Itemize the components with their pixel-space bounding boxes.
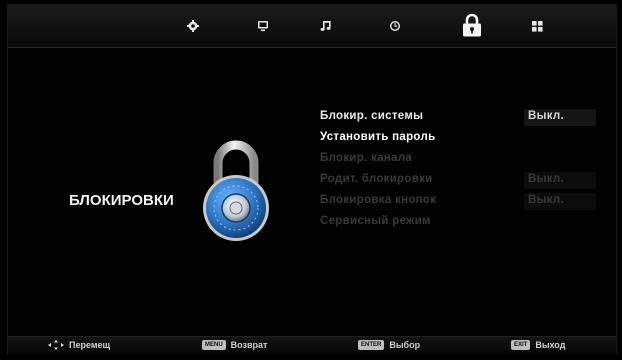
hint-label: Перемещ (69, 340, 111, 350)
menu-key-badge: MENU (202, 340, 226, 350)
gear-icon (187, 20, 199, 32)
grid-icon (531, 20, 543, 32)
hint-menu: MENU Возврат (202, 340, 267, 350)
hint-enter: ENTER Выбор (358, 340, 420, 350)
menu-item-key-lock[interactable]: Блокировка кнопок Выкл. (312, 192, 602, 213)
music-note-icon (320, 21, 331, 31)
menu-item-value: Выкл. (528, 173, 565, 185)
bottom-hint-bar: Перемещ MENU Возврат ENTER Выбор EXIT Вы… (8, 336, 616, 355)
menu-item-service-mode[interactable]: Сервисный режим (312, 213, 602, 234)
arrows-move-icon (48, 340, 64, 350)
menu-item-value: Выкл. (528, 110, 565, 122)
menu-item-label: Установить пароль (320, 131, 436, 143)
menu-item-label: Блокир. системы (320, 110, 424, 122)
tab-picture[interactable] (182, 15, 204, 37)
tv-osd-screen: БЛОКИРОВКИ Блокир. системы Выкл. Установ… (7, 4, 617, 355)
menu-item-label: Родит. блокировки (320, 173, 433, 185)
section-title: БЛОКИРОВКИ (69, 192, 174, 209)
padlock-icon (463, 13, 481, 37)
combination-lock-icon (196, 133, 276, 253)
hint-move: Перемещ (48, 340, 110, 350)
menu-item-parental-lock[interactable]: Родит. блокировки Выкл. (312, 171, 602, 192)
tab-channel[interactable] (252, 15, 274, 37)
hint-label: Выход (535, 340, 566, 350)
menu-item-label: Блокировка кнопок (320, 194, 437, 206)
menu-item-label: Сервисный режим (320, 215, 431, 227)
hint-label: Возврат (230, 340, 268, 350)
menu-item-set-password[interactable]: Установить пароль (312, 129, 602, 150)
menu-item-channel-lock[interactable]: Блокир. канала (312, 150, 602, 171)
tab-sound[interactable] (315, 15, 337, 37)
menu-item-system-lock[interactable]: Блокир. системы Выкл. (312, 108, 602, 129)
exit-key-badge: EXIT (511, 340, 531, 350)
tab-setup[interactable] (526, 15, 548, 37)
hint-label: Выбор (389, 340, 421, 350)
tab-lock[interactable] (459, 12, 485, 38)
tab-time[interactable] (384, 15, 406, 37)
enter-key-badge: ENTER (358, 340, 385, 350)
tv-icon (258, 21, 268, 32)
top-menu-bar (8, 5, 616, 48)
lock-settings-menu: Блокир. системы Выкл. Установить пароль … (312, 108, 602, 234)
hint-exit: EXIT Выход (511, 340, 565, 350)
clock-icon (390, 21, 400, 31)
menu-item-value: Выкл. (528, 194, 565, 206)
menu-item-label: Блокир. канала (320, 152, 413, 164)
